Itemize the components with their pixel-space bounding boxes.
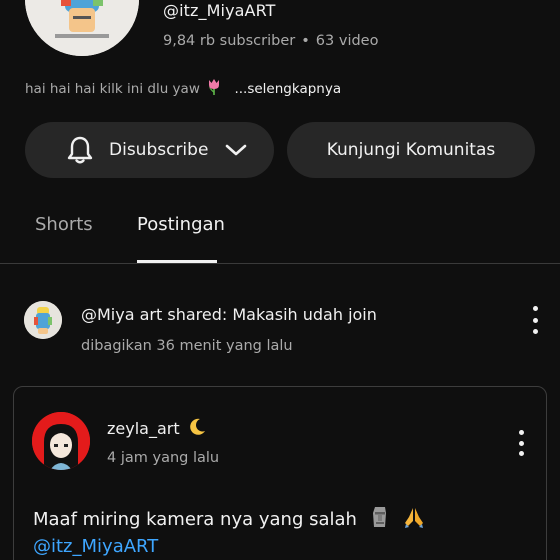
tab-posts[interactable]: Postingan — [137, 214, 225, 235]
post-timestamp: dibagikan 36 menit yang lalu — [81, 338, 293, 354]
post-more-options-icon[interactable] — [529, 306, 541, 334]
description-text: hai hai hai kilk ini dlu yaw — [25, 81, 200, 97]
post-author-avatar-art — [24, 301, 62, 339]
channel-avatar[interactable] — [25, 0, 139, 56]
channel-avatar-art — [25, 0, 139, 56]
bell-icon — [65, 134, 95, 166]
tulip-icon — [206, 78, 222, 100]
embedded-author-avatar-art — [32, 412, 90, 470]
embedded-mention-link[interactable]: @itz_MiyaART — [33, 536, 158, 557]
chevron-down-icon — [224, 142, 248, 158]
tab-divider — [0, 263, 560, 264]
embedded-post-text: Maaf miring kamera nya yang salah — [33, 505, 426, 534]
folded-hands-icon — [402, 505, 426, 534]
embedded-author-avatar[interactable] — [32, 412, 90, 470]
subscribed-label: Disubscribe — [109, 140, 209, 160]
stats-separator: • — [301, 33, 310, 49]
show-more-link[interactable]: ...selengkapnya — [234, 81, 341, 97]
subscribed-button[interactable]: Disubscribe — [25, 122, 274, 178]
video-count: 63 video — [315, 33, 379, 49]
post-author-avatar[interactable] — [24, 301, 62, 339]
embedded-more-options-icon[interactable] — [515, 430, 527, 456]
embedded-author-label: zeyla_art — [107, 419, 180, 438]
channel-stats: 9,84 rb subscriber • 63 video — [163, 33, 378, 49]
embedded-timestamp: 4 jam yang lalu — [107, 450, 220, 466]
post-title: @Miya art shared: Makasih udah join — [81, 305, 377, 324]
subscriber-count: 9,84 rb subscriber — [163, 33, 296, 49]
crescent-moon-icon — [187, 417, 207, 441]
embedded-post-text-content: Maaf miring kamera nya yang salah — [33, 509, 357, 530]
channel-handle: @itz_MiyaART — [163, 1, 276, 20]
channel-description[interactable]: hai hai hai kilk ini dlu yaw ...selengka… — [25, 78, 341, 100]
tab-shorts[interactable]: Shorts — [35, 214, 93, 235]
visit-community-label: Kunjungi Komunitas — [326, 140, 496, 160]
channel-page: @itz_MiyaART 9,84 rb subscriber • 63 video… — [0, 0, 560, 560]
visit-community-button[interactable]: Kunjungi Komunitas — [287, 122, 535, 178]
embedded-author-name[interactable]: zeyla_art — [107, 417, 207, 441]
moai-icon — [369, 505, 391, 534]
